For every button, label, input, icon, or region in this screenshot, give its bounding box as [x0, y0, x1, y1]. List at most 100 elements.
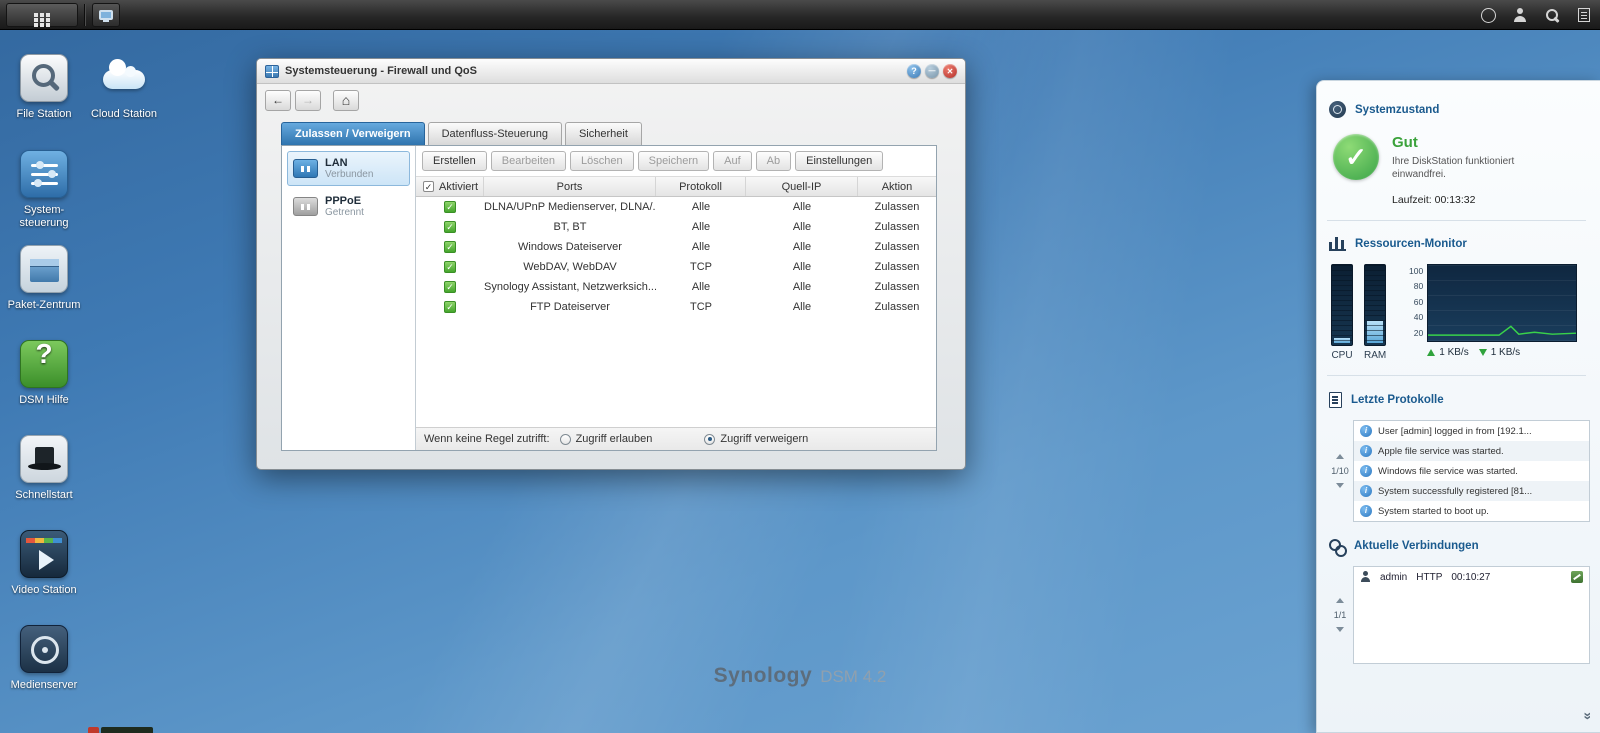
firewall-rule-row[interactable]: FTP Dateiserver TCP Alle Zulassen: [416, 297, 936, 317]
info-badge-icon: [1360, 485, 1372, 497]
rule-enabled-checkbox[interactable]: [444, 241, 456, 253]
desktop-icon[interactable]: Video Station: [4, 530, 84, 615]
toolbar-button[interactable]: Bearbeiten: [490, 151, 567, 171]
synology-logo: Synology: [713, 664, 813, 687]
log-text: Apple file service was started.: [1378, 445, 1504, 457]
logs-page-up-icon[interactable]: [1336, 454, 1344, 459]
radio-button[interactable]: [559, 433, 571, 445]
interface-name: PPPoE: [325, 195, 362, 207]
user-button[interactable]: [1504, 0, 1536, 30]
info-badge-icon: [1360, 465, 1372, 477]
rule-enabled-checkbox[interactable]: [444, 201, 456, 213]
default-rule-option[interactable]: Zugriff verweigern: [704, 433, 808, 445]
toolbar-button[interactable]: Erstellen: [422, 151, 487, 171]
firewall-rule-row[interactable]: Synology Assistant, Netzwerksich... Alle…: [416, 277, 936, 297]
desktop-icon[interactable]: DSM Hilfe: [4, 340, 84, 425]
log-entry[interactable]: System successfully registered [81...: [1354, 481, 1589, 501]
toolbar-button-label: Löschen: [581, 155, 623, 167]
download-speed: 1 KB/s: [1490, 347, 1521, 358]
info-badge-icon: [1360, 445, 1372, 457]
connections-page-down-icon[interactable]: [1336, 627, 1344, 632]
home-button[interactable]: [333, 89, 359, 111]
taskbar: [0, 0, 1600, 30]
rule-enabled-checkbox[interactable]: [444, 261, 456, 273]
info-button[interactable]: [1472, 0, 1504, 30]
window-close-button[interactable]: [943, 64, 957, 78]
user-icon: [1513, 8, 1527, 22]
system-health-header: Systemzustand: [1329, 101, 1590, 118]
screen-edge-artifact: [88, 727, 153, 733]
cpu-label: CPU: [1331, 350, 1353, 361]
firewall-rule-row[interactable]: WebDAV, WebDAV TCP Alle Zulassen: [416, 257, 936, 277]
tab-label: Zulassen / Verweigern: [295, 128, 411, 140]
rules-toolbar: Erstellen Bearbeiten Löschen Speichern A…: [416, 146, 936, 177]
rule-enabled-checkbox[interactable]: [444, 221, 456, 233]
log-entry[interactable]: Windows file service was started.: [1354, 461, 1589, 481]
toolbar-button[interactable]: Auf: [713, 151, 752, 171]
tab[interactable]: Datenfluss-Steuerung: [427, 122, 562, 145]
status-ok-icon: [1333, 134, 1379, 180]
document-icon: [1329, 392, 1342, 408]
info-icon: [1480, 7, 1496, 23]
forward-button[interactable]: [295, 89, 321, 111]
logs-header: Letzte Protokolle: [1329, 392, 1590, 408]
select-all-checkbox[interactable]: [423, 181, 434, 192]
toolbar-button[interactable]: Löschen: [570, 151, 634, 171]
widgets-toggle-button[interactable]: [1568, 0, 1600, 30]
health-description: Ihre DiskStation funktioniert einwandfre…: [1392, 156, 1515, 180]
log-entry[interactable]: Apple file service was started.: [1354, 441, 1589, 461]
network-scale: 100 80 60 40 20: [1401, 264, 1423, 361]
toolbar-button[interactable]: Speichern: [637, 151, 710, 171]
chevron-down-icon: «: [1577, 712, 1594, 720]
firewall-rule-row[interactable]: BT, BT Alle Alle Zulassen: [416, 217, 936, 237]
desktop-icon[interactable]: Schnellstart: [4, 435, 84, 520]
info-badge-icon: [1360, 425, 1372, 437]
download-arrow-icon: [1478, 349, 1487, 356]
connection-row[interactable]: admin HTTP 00:10:27: [1354, 567, 1589, 587]
column-aktiviert: Aktiviert: [439, 180, 479, 193]
rule-protocol: TCP: [690, 261, 712, 273]
rule-enabled-checkbox[interactable]: [444, 281, 456, 293]
main-menu-button[interactable]: [6, 3, 78, 27]
toolbar-button[interactable]: Einstellungen: [795, 151, 884, 171]
back-button[interactable]: [265, 89, 291, 111]
show-desktop-button[interactable]: [92, 3, 120, 27]
log-entry[interactable]: System started to boot up.: [1354, 501, 1589, 521]
connections-page-up-icon[interactable]: [1336, 598, 1344, 603]
window-titlebar[interactable]: Systemsteuerung - Firewall und QoS: [257, 59, 965, 84]
interface-item[interactable]: PPPoE Getrennt: [287, 189, 410, 224]
divider: [1327, 220, 1586, 221]
desktop-icon[interactable]: System-steuerung: [4, 150, 84, 235]
network-interface-icon: [293, 159, 318, 178]
network-interface-icon: [293, 197, 318, 216]
table-header: Aktiviert Ports Protokoll Quell-IP Aktio…: [416, 177, 936, 197]
window-minimize-button[interactable]: [925, 64, 939, 78]
firewall-rule-row[interactable]: Windows Dateiserver Alle Alle Zulassen: [416, 237, 936, 257]
log-text: System successfully registered [81...: [1378, 485, 1533, 497]
logs-page-down-icon[interactable]: [1336, 483, 1344, 488]
search-button[interactable]: [1536, 0, 1568, 30]
desktop-icon[interactable]: File Station: [4, 54, 84, 121]
window-help-button[interactable]: [907, 64, 921, 78]
search-icon: [1545, 8, 1560, 23]
rule-enabled-checkbox[interactable]: [444, 301, 456, 313]
firewall-rule-row[interactable]: DLNA/UPnP Medienserver, DLNA/... Alle Al…: [416, 197, 936, 217]
collapse-widgets-button[interactable]: «: [1578, 708, 1600, 728]
desktop-icon[interactable]: Medienserver: [4, 625, 84, 710]
edge-artifact-dark: [101, 727, 153, 733]
rule-ports: Windows Dateiserver: [518, 241, 622, 253]
desktop-icon[interactable]: Cloud Station: [84, 54, 164, 121]
disconnect-icon[interactable]: [1571, 571, 1583, 583]
radio-button[interactable]: [704, 433, 716, 445]
widget-panel: Systemzustand Gut Ihre DiskStation funkt…: [1316, 80, 1600, 733]
interface-item[interactable]: LAN Verbunden: [287, 151, 410, 186]
log-entry[interactable]: User [admin] logged in from [192.1...: [1354, 421, 1589, 441]
toolbar-button[interactable]: Ab: [755, 151, 792, 171]
tab[interactable]: Zulassen / Verweigern: [281, 122, 425, 145]
scale-tick: 40: [1413, 312, 1424, 323]
default-rule-option[interactable]: Zugriff erlauben: [559, 433, 652, 445]
rule-action: Zulassen: [874, 301, 920, 313]
rule-action: Zulassen: [874, 281, 920, 293]
desktop-icon[interactable]: Paket-Zentrum: [4, 245, 84, 330]
tab[interactable]: Sicherheit: [564, 122, 642, 145]
